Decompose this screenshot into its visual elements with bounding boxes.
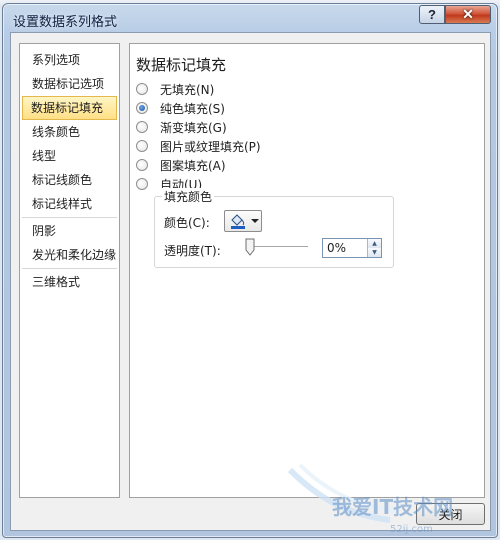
radio-gradient-fill[interactable]: 渐变填充(G) <box>136 118 227 136</box>
transparency-label: 透明度(T): <box>164 244 221 258</box>
window-close-button[interactable]: ✕ <box>445 5 491 24</box>
color-picker-button[interactable] <box>224 210 262 232</box>
radio-button[interactable] <box>136 178 148 190</box>
dialog-client-area: 系列选项 数据标记选项 数据标记填充 线条颜色 线型 标记线颜色 标记线样式 阴… <box>10 32 491 531</box>
nav-divider <box>22 268 117 269</box>
help-button[interactable]: ? <box>419 5 445 24</box>
spin-down-icon[interactable]: ▼ <box>368 248 381 257</box>
settings-pane: 数据标记填充 无填充(N) 纯色填充(S) 渐变填充(G) 图片或纹理填充(P)… <box>129 43 485 498</box>
radio-no-fill[interactable]: 无填充(N) <box>136 80 214 98</box>
radio-solid-fill[interactable]: 纯色填充(S) <box>136 99 225 117</box>
radio-button[interactable] <box>136 140 148 152</box>
nav-divider <box>22 217 117 218</box>
radio-label: 图案填充(A) <box>160 158 226 173</box>
paint-bucket-icon <box>231 214 245 229</box>
dialog-titlebar[interactable]: 设置数据系列格式 ? ✕ <box>3 4 497 34</box>
radio-label: 图片或纹理填充(P) <box>160 139 261 154</box>
format-data-series-dialog: 设置数据系列格式 ? ✕ 系列选项 数据标记选项 数据标记填充 线条颜色 线型 … <box>2 3 498 538</box>
radio-button-checked[interactable] <box>136 102 148 114</box>
spin-buttons: ▲ ▼ <box>367 239 381 257</box>
radio-button[interactable] <box>136 83 148 95</box>
radio-label: 纯色填充(S) <box>160 101 225 116</box>
nav-item-series-options[interactable]: 系列选项 <box>22 48 117 72</box>
nav-item-marker-line-style[interactable]: 标记线样式 <box>22 192 117 216</box>
radio-pattern-fill[interactable]: 图案填充(A) <box>136 156 226 174</box>
transparency-value[interactable]: 0% <box>327 241 346 255</box>
category-list: 系列选项 数据标记选项 数据标记填充 线条颜色 线型 标记线颜色 标记线样式 阴… <box>19 43 120 498</box>
spin-up-icon[interactable]: ▲ <box>368 239 381 248</box>
nav-item-3d-format[interactable]: 三维格式 <box>22 270 117 294</box>
chevron-down-icon <box>251 219 259 223</box>
transparency-slider-track[interactable] <box>248 246 308 248</box>
close-button[interactable]: 关闭 <box>416 503 485 525</box>
transparency-slider-thumb[interactable] <box>245 238 255 256</box>
color-label: 颜色(C): <box>164 216 210 230</box>
nav-item-glow-soft-edges[interactable]: 发光和柔化边缘 <box>22 243 117 267</box>
nav-item-marker-line-color[interactable]: 标记线颜色 <box>22 168 117 192</box>
radio-button[interactable] <box>136 159 148 171</box>
nav-item-line-style[interactable]: 线型 <box>22 144 117 168</box>
fill-color-group-title: 填充颜色 <box>162 188 215 205</box>
radio-label: 渐变填充(G) <box>160 120 227 135</box>
dialog-title: 设置数据系列格式 <box>13 15 118 30</box>
nav-item-marker-fill[interactable]: 数据标记填充 <box>22 96 117 120</box>
transparency-spinbox[interactable]: 0% ▲ ▼ <box>322 238 382 258</box>
nav-item-marker-options[interactable]: 数据标记选项 <box>22 72 117 96</box>
radio-label: 无填充(N) <box>160 82 215 97</box>
nav-item-line-color[interactable]: 线条颜色 <box>22 120 117 144</box>
section-title: 数据标记填充 <box>136 56 227 74</box>
radio-picture-texture-fill[interactable]: 图片或纹理填充(P) <box>136 137 261 155</box>
nav-item-shadow[interactable]: 阴影 <box>22 219 117 243</box>
radio-button[interactable] <box>136 121 148 133</box>
